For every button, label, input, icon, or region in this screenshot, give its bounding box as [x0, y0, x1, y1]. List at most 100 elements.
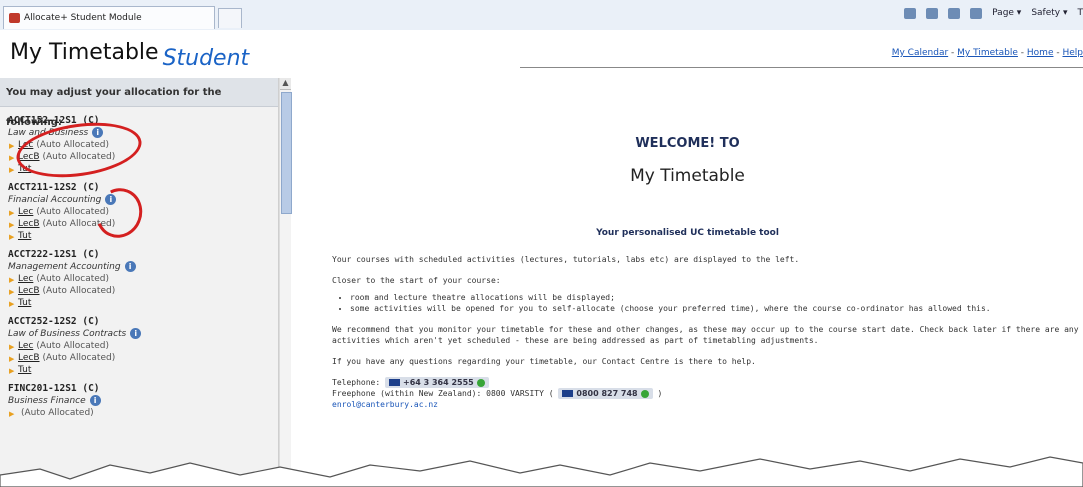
telephone-label: Telephone:	[332, 378, 381, 387]
activity-status: (Auto Allocated)	[36, 274, 110, 284]
course-name-text: Financial Accounting	[8, 195, 102, 205]
nz-flag-icon	[562, 390, 574, 397]
bullet-item: room and lecture theatre allocations wil…	[350, 292, 1080, 303]
welcome-heading: WELCOME! TO	[635, 136, 740, 151]
email-link[interactable]: enrol@canterbury.ac.nz	[332, 400, 438, 409]
course-name-text: Business Finance	[8, 396, 86, 406]
activity-item: ▶ (Auto Allocated)	[8, 407, 278, 419]
main-content: WELCOME! TO My Timetable Your personalis…	[292, 78, 1083, 487]
activity-item: ▶ Lec (Auto Allocated)	[8, 206, 278, 218]
activity-link[interactable]: LecB	[18, 219, 40, 229]
page-menu[interactable]: Page ▾	[992, 8, 1021, 19]
page-subtitle: Student	[162, 46, 250, 71]
nav-separator: -	[1017, 48, 1027, 58]
freephone-close: )	[657, 389, 663, 398]
recommend-paragraph: We recommend that you monitor your timet…	[332, 325, 1079, 345]
freephone-chip[interactable]: 0800 827 748	[558, 388, 653, 399]
bullet-arrow-icon: ▶	[9, 367, 15, 375]
feeds-icon[interactable]	[926, 8, 939, 19]
nav-my-timetable[interactable]: My Timetable	[957, 48, 1018, 58]
mail-icon[interactable]	[948, 8, 961, 19]
info-icon[interactable]: i	[124, 261, 136, 272]
course-item: ACCT211-12S2 (C) Financial Accounting i ▶…	[8, 182, 278, 242]
freephone-label: Freephone (within New Zealand): 0800 VAR…	[332, 389, 554, 398]
course-code: FINC201-12S1 (C)	[8, 383, 100, 394]
nav-my-calendar[interactable]: My Calendar	[892, 48, 948, 58]
bullet-arrow-icon: ▶	[9, 233, 15, 241]
activity-item: ▶ Tut	[8, 230, 278, 242]
tagline: Your personalised UC timetable tool	[596, 228, 779, 238]
course-item: ACCT252-12S2 (C) Law of Business Contrac…	[8, 316, 278, 376]
new-tab-button[interactable]	[218, 8, 242, 28]
course-name: Law of Business Contracts i	[8, 328, 278, 340]
activity-item: ▶ LecB (Auto Allocated)	[8, 352, 278, 364]
call-icon[interactable]	[476, 378, 485, 387]
course-name: Financial Accounting i	[8, 194, 278, 206]
activity-status: (Auto Allocated)	[36, 341, 110, 351]
welcome-body: Your courses with scheduled activities (…	[332, 254, 1080, 410]
nav-help[interactable]: Help	[1062, 48, 1083, 58]
page-title: My Timetable Student	[10, 40, 249, 71]
course-code: ACCT252-12S2 (C)	[8, 316, 100, 327]
bullet-item: some activities will be opened for you t…	[350, 303, 1080, 314]
intro-paragraph: Your courses with scheduled activities (…	[332, 255, 800, 264]
site-favicon-icon	[9, 12, 20, 23]
nav-separator: -	[948, 48, 958, 58]
bullet-arrow-icon: ▶	[9, 166, 15, 174]
print-icon[interactable]	[970, 8, 983, 19]
freephone-number: 0800 827 748	[576, 389, 638, 398]
browser-tab[interactable]: Allocate+ Student Module	[3, 6, 215, 29]
top-nav: My Calendar - My Timetable - Home - Help	[892, 48, 1083, 58]
activity-status: (Auto Allocated)	[42, 286, 116, 296]
call-icon[interactable]	[640, 389, 649, 398]
browser-tab-title: Allocate+ Student Module	[24, 13, 142, 23]
browser-command-bar: Page ▾ Safety ▾ T	[904, 8, 1083, 19]
header-divider	[520, 67, 1083, 68]
course-start-paragraph: Closer to the start of your course:	[332, 276, 501, 285]
activity-link[interactable]: Lec	[18, 207, 33, 217]
page-title-text: My Timetable	[10, 40, 159, 65]
activity-link[interactable]: LecB	[18, 353, 40, 363]
safety-menu[interactable]: Safety ▾	[1031, 8, 1067, 19]
activity-status: (Auto Allocated)	[42, 353, 116, 363]
torn-edge-decoration	[0, 456, 1083, 487]
bullet-arrow-icon: ▶	[9, 410, 15, 418]
activity-status: (Auto Allocated)	[21, 408, 94, 418]
browser-tab-bar: Allocate+ Student Module Page ▾ Safety ▾…	[0, 0, 1083, 31]
info-icon[interactable]: i	[130, 328, 142, 339]
bullet-list: room and lecture theatre allocations wil…	[350, 292, 1080, 314]
bullet-arrow-icon: ▶	[9, 300, 15, 308]
sidebar-scrollbar[interactable]: ▲	[279, 78, 292, 487]
course-code: ACCT211-12S2 (C)	[8, 182, 100, 193]
activity-item: ▶ Tut	[8, 364, 278, 376]
activity-link[interactable]: Lec	[18, 341, 33, 351]
telephone-chip[interactable]: +64 3 364 2555	[385, 377, 489, 388]
home-icon[interactable]	[904, 8, 917, 19]
contact-paragraph: If you have any questions regarding your…	[332, 357, 756, 366]
scroll-up-arrow-icon[interactable]: ▲	[280, 78, 291, 90]
course-name: Management Accounting i	[8, 261, 278, 273]
course-code: ACCT222-12S1 (C)	[8, 249, 100, 260]
course-name-text: Law of Business Contracts	[8, 329, 127, 339]
course-name: Business Finance i	[8, 395, 278, 407]
course-item: ACCT222-12S1 (C) Management Accounting i …	[8, 249, 278, 309]
sidebar-heading: You may adjust your allocation for the f…	[0, 78, 278, 128]
activity-item: ▶ Lec (Auto Allocated)	[8, 340, 278, 352]
activity-link[interactable]: Tut	[18, 231, 31, 241]
activity-link[interactable]: LecB	[18, 286, 40, 296]
freephone-line: Freephone (within New Zealand): 0800 VAR…	[332, 388, 1080, 399]
activity-link[interactable]: Tut	[18, 365, 31, 375]
course-name-text: Management Accounting	[8, 262, 121, 272]
nz-flag-icon	[389, 379, 400, 386]
activity-item: ▶ Lec (Auto Allocated)	[8, 273, 278, 285]
info-icon[interactable]: i	[89, 395, 101, 406]
telephone-number: +64 3 364 2555	[403, 378, 474, 387]
activity-item: ▶ LecB (Auto Allocated)	[8, 218, 278, 230]
nav-home[interactable]: Home	[1027, 48, 1054, 58]
tools-menu[interactable]: T	[1078, 8, 1083, 19]
telephone-line: Telephone: +64 3 364 2555	[332, 377, 1080, 388]
scrollbar-thumb[interactable]	[281, 92, 292, 214]
activity-link[interactable]: Lec	[18, 274, 33, 284]
activity-item: ▶ Tut	[8, 297, 278, 309]
activity-link[interactable]: Tut	[18, 298, 31, 308]
